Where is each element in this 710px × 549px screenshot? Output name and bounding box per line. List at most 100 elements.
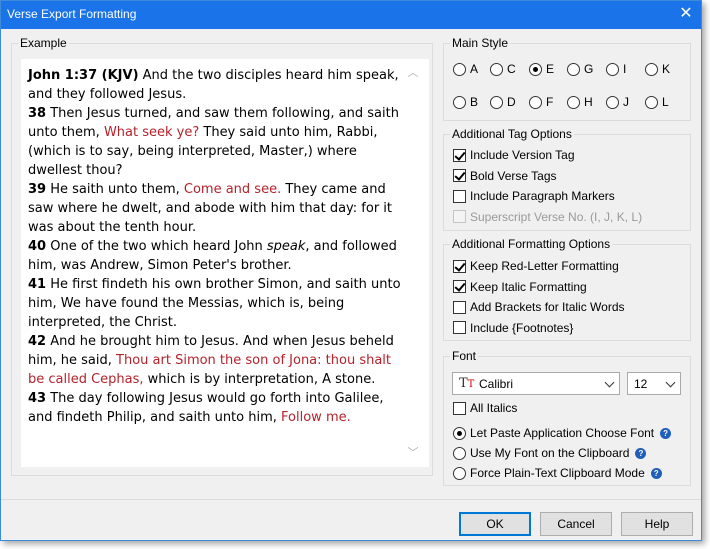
add-brackets-for-italic-words-checkbox[interactable]: Add Brackets for Italic Words bbox=[453, 300, 625, 314]
radio-circle[interactable] bbox=[567, 95, 580, 109]
verse-paragraph: 43 The day following Jesus would go fort… bbox=[28, 389, 408, 427]
all-italics-checkbox[interactable]: All Italics bbox=[453, 401, 517, 415]
title-bar[interactable]: Verse Export Formatting ✕ bbox=[1, 1, 701, 29]
keep-red-letter-formatting-label: Keep Red-Letter Formatting bbox=[470, 259, 619, 273]
verse-paragraph: 42 And he brought him to Jesus. And when… bbox=[28, 332, 408, 389]
scroll-up-icon[interactable]: ︿ bbox=[406, 67, 420, 79]
help-button[interactable]: Help bbox=[621, 512, 693, 536]
radio-circle[interactable] bbox=[645, 95, 658, 109]
style-radio-f[interactable]: F bbox=[529, 95, 553, 109]
style-radio-h[interactable]: H bbox=[567, 95, 593, 109]
help-icon[interactable]: ? bbox=[660, 427, 672, 439]
italic-word: speak bbox=[266, 239, 306, 254]
use-my-font-on-the-clipboard-radio[interactable]: Use My Font on the Clipboard? bbox=[453, 446, 647, 460]
radio-circle[interactable] bbox=[645, 62, 658, 76]
font-family-select[interactable]: TT Calibri bbox=[452, 372, 620, 395]
cancel-button[interactable]: Cancel bbox=[540, 512, 612, 536]
ok-button[interactable]: OK bbox=[459, 512, 531, 536]
checkbox-box[interactable] bbox=[453, 259, 466, 273]
style-radio-label: H bbox=[584, 95, 593, 109]
font-group-label: Font bbox=[450, 349, 479, 363]
radio-circle[interactable] bbox=[606, 62, 619, 76]
bold-verse-tags-label: Bold Verse Tags bbox=[470, 168, 557, 183]
chevron-down-icon[interactable] bbox=[601, 373, 619, 394]
style-radio-label: B bbox=[470, 95, 479, 109]
include-footnotes-checkbox[interactable]: Include {Footnotes} bbox=[453, 321, 573, 335]
radio-circle[interactable] bbox=[453, 446, 466, 460]
checkbox-box[interactable] bbox=[453, 148, 466, 162]
style-radio-label: F bbox=[546, 95, 554, 109]
bold-verse-tags-checkbox[interactable]: Bold Verse Tags bbox=[453, 169, 557, 183]
keep-italic-formatting-checkbox[interactable]: Keep Italic Formatting bbox=[453, 280, 587, 294]
help-icon[interactable]: ? bbox=[635, 447, 647, 459]
example-text: John 1:37 (KJV) And the two disciples he… bbox=[28, 66, 408, 427]
force-plain-text-clipboard-mode-label: Force Plain-Text Clipboard Mode bbox=[470, 466, 645, 480]
style-radio-label: A bbox=[470, 62, 479, 76]
font-size-select[interactable]: 12 bbox=[627, 372, 681, 395]
radio-circle[interactable] bbox=[606, 95, 619, 109]
main-style-label: Main Style bbox=[450, 36, 511, 50]
help-icon[interactable]: ? bbox=[650, 467, 662, 479]
add-brackets-for-italic-words-label: Add Brackets for Italic Words bbox=[470, 300, 625, 314]
radio-circle[interactable] bbox=[490, 62, 503, 76]
style-radio-d[interactable]: D bbox=[490, 95, 516, 109]
let-paste-application-choose-font-label: Let Paste Application Choose Font bbox=[470, 426, 655, 440]
main-style-group: Main Style bbox=[443, 36, 691, 121]
radio-circle[interactable] bbox=[453, 62, 466, 76]
font-type-icon: TT bbox=[459, 376, 475, 391]
chevron-down-icon[interactable] bbox=[662, 373, 680, 394]
keep-red-letter-formatting-checkbox[interactable]: Keep Red-Letter Formatting bbox=[453, 259, 619, 273]
example-scrollbar[interactable]: ︿ ﹀ bbox=[402, 63, 424, 463]
checkbox-box[interactable] bbox=[453, 300, 466, 314]
close-icon[interactable]: ✕ bbox=[675, 3, 697, 25]
style-radio-e[interactable]: E bbox=[529, 62, 554, 76]
font-family-value: Calibri bbox=[479, 376, 514, 391]
radio-circle[interactable] bbox=[490, 95, 503, 109]
style-radio-k[interactable]: K bbox=[645, 62, 670, 76]
verse-reference: 40 bbox=[28, 239, 47, 254]
verse-paragraph: John 1:37 (KJV) And the two disciples he… bbox=[28, 66, 408, 104]
radio-circle[interactable] bbox=[529, 62, 542, 76]
radio-circle[interactable] bbox=[453, 95, 466, 109]
window-title: Verse Export Formatting bbox=[7, 7, 137, 21]
let-paste-application-choose-font-radio[interactable]: Let Paste Application Choose Font? bbox=[453, 426, 672, 440]
include-version-tag-checkbox[interactable]: Include Version Tag bbox=[453, 148, 575, 162]
use-my-font-on-the-clipboard-label: Use My Font on the Clipboard bbox=[470, 446, 630, 460]
verse-paragraph: 40 One of the two which heard John speak… bbox=[28, 237, 408, 275]
checkbox-box bbox=[453, 210, 466, 223]
checkbox-box[interactable] bbox=[453, 280, 466, 293]
radio-circle[interactable] bbox=[529, 95, 542, 109]
example-preview[interactable]: John 1:37 (KJV) And the two disciples he… bbox=[21, 59, 429, 467]
checkbox-box[interactable] bbox=[453, 401, 466, 415]
checkbox-box[interactable] bbox=[453, 169, 466, 182]
verse-text: He first findeth his own brother Simon, … bbox=[28, 277, 401, 330]
style-radio-c[interactable]: C bbox=[490, 62, 516, 76]
style-radio-l[interactable]: L bbox=[645, 95, 669, 109]
style-radio-i[interactable]: I bbox=[606, 62, 626, 76]
include-paragraph-markers-checkbox[interactable]: Include Paragraph Markers bbox=[453, 189, 615, 203]
verse-text: One of the two which heard John bbox=[46, 239, 267, 254]
font-size-value: 12 bbox=[634, 376, 648, 391]
red-letter-text: What seek ye? bbox=[103, 125, 200, 140]
verse-reference: John 1:37 (KJV) bbox=[28, 68, 139, 83]
scroll-down-icon[interactable]: ﹀ bbox=[406, 447, 420, 459]
radio-circle[interactable] bbox=[453, 426, 466, 440]
keep-italic-formatting-label: Keep Italic Formatting bbox=[470, 279, 587, 294]
force-plain-text-clipboard-mode-radio[interactable]: Force Plain-Text Clipboard Mode? bbox=[453, 466, 662, 480]
style-radio-a[interactable]: A bbox=[453, 62, 478, 76]
superscript-verse-no-i-j-k-l-checkbox: Superscript Verse No. (I, J, K, L) bbox=[453, 210, 642, 224]
checkbox-box[interactable] bbox=[453, 321, 466, 334]
style-radio-label: C bbox=[507, 62, 516, 76]
style-radio-b[interactable]: B bbox=[453, 95, 478, 109]
red-letter-text: Follow me. bbox=[281, 410, 351, 425]
style-radio-g[interactable]: G bbox=[567, 62, 593, 76]
radio-circle[interactable] bbox=[567, 62, 580, 76]
format-options-label: Additional Formatting Options bbox=[450, 237, 613, 251]
radio-circle[interactable] bbox=[453, 466, 466, 480]
checkbox-box[interactable] bbox=[453, 189, 466, 203]
style-radio-j[interactable]: J bbox=[606, 95, 629, 109]
style-radio-label: G bbox=[584, 62, 594, 76]
verse-text: He saith unto them, bbox=[46, 182, 184, 197]
verse-reference: 38 bbox=[28, 106, 47, 121]
include-footnotes-label: Include {Footnotes} bbox=[470, 320, 574, 335]
